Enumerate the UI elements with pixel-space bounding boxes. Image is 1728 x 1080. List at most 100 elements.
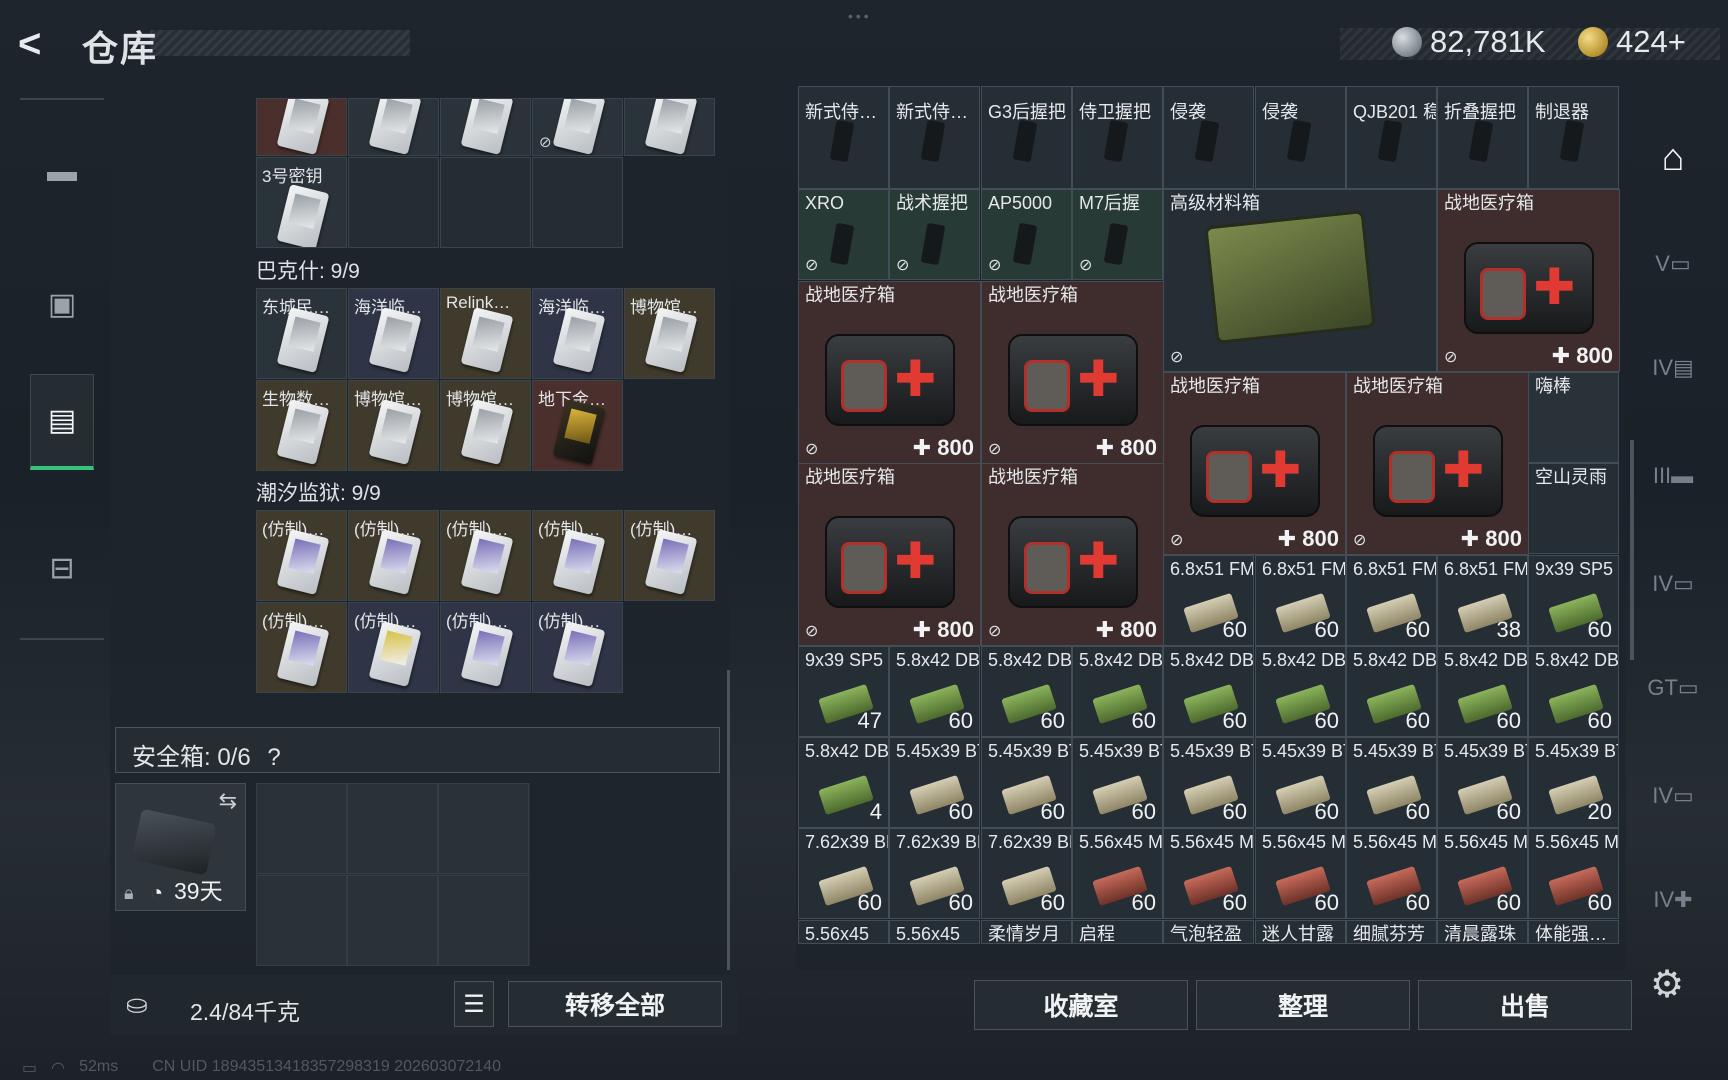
medkit-item[interactable]: 战地医疗箱 ⊘ ✚ 800 xyxy=(1437,189,1620,372)
inventory-item[interactable]: 5.56x45 xyxy=(798,920,889,944)
attachment-item[interactable]: 战术握把 ⊘ xyxy=(889,189,980,280)
ammo-item[interactable]: 5.45x39 BT 60 xyxy=(1255,737,1346,828)
ammo-item[interactable]: 5.8x42 DBP10 4 xyxy=(798,737,889,828)
sort-button[interactable]: 整理 xyxy=(1196,980,1410,1030)
ammo-item[interactable]: 5.56x45 M855A1 60 xyxy=(1437,828,1528,919)
key-item[interactable]: (仿制)… xyxy=(348,510,439,601)
ammo-item[interactable]: 5.45x39 BT 60 xyxy=(1437,737,1528,828)
ammo-item[interactable]: 5.8x42 DBP10 60 xyxy=(1346,646,1437,737)
ammo-item[interactable]: 6.8x51 FMJ 38 xyxy=(1437,555,1528,646)
iv-item-icon[interactable]: IV▭ xyxy=(1648,766,1698,826)
left-scrollbar[interactable] xyxy=(727,670,730,970)
ammo-item[interactable]: 5.56x45 M855A1 60 xyxy=(1255,828,1346,919)
key-item[interactable]: Relink… xyxy=(440,288,531,379)
key-item[interactable]: (仿制)… xyxy=(532,510,623,601)
back-button[interactable]: < xyxy=(18,22,62,66)
key-item[interactable]: (仿制)… xyxy=(348,602,439,693)
key-item[interactable]: 博物馆… xyxy=(624,288,715,379)
attachment-item[interactable]: XRO ⊘ xyxy=(798,189,889,280)
gun-icon[interactable]: ▬ xyxy=(30,124,94,220)
attachment-item[interactable]: 侵袭 xyxy=(1163,86,1254,189)
empty-slot[interactable] xyxy=(347,783,438,874)
inventory-item[interactable]: 启程 xyxy=(1072,920,1163,944)
consumable-item[interactable]: 空山灵雨 xyxy=(1528,463,1619,554)
attachment-item[interactable]: 侵袭 xyxy=(1255,86,1346,189)
empty-slot[interactable] xyxy=(438,874,529,966)
ammo-item[interactable]: 5.8x42 DBP10 60 xyxy=(889,646,980,737)
ammo-item[interactable]: 9x39 SP5 60 xyxy=(1528,555,1619,646)
empty-slot[interactable] xyxy=(438,783,529,874)
inventory-item[interactable]: 细腻芬芳 xyxy=(1346,920,1437,944)
key-item[interactable]: 博物馆… xyxy=(348,380,439,471)
ammo-item[interactable]: 5.8x42 DBP10 60 xyxy=(1528,646,1619,737)
sell-button[interactable]: 出售 xyxy=(1418,980,1632,1030)
key-item[interactable]: 生物数… xyxy=(256,380,347,471)
ammo-item[interactable]: 5.45x39 BT 20 xyxy=(1528,737,1619,828)
inventory-item[interactable]: 清晨露珠 xyxy=(1437,920,1528,944)
iv-item-icon[interactable]: IV▤ xyxy=(1648,338,1698,398)
key-item[interactable]: (仿制)… xyxy=(440,510,531,601)
ammo-item[interactable]: 9x39 SP5 47 xyxy=(798,646,889,737)
iii-item-icon[interactable]: III▬ xyxy=(1648,446,1698,506)
ammo-item[interactable]: 5.45x39 BT 60 xyxy=(1072,737,1163,828)
list-view-button[interactable]: ☰ xyxy=(454,981,494,1027)
medkit-item[interactable]: 战地医疗箱 ⊘ ✚ 800 xyxy=(798,463,981,646)
ammo-item[interactable]: 7.62x39 BP 60 xyxy=(889,828,980,919)
ammo-item[interactable]: 6.8x51 FMJ 60 xyxy=(1346,555,1437,646)
empty-slot[interactable] xyxy=(532,157,623,248)
gt-item-icon[interactable]: GT▭ xyxy=(1647,658,1698,718)
medkit-item[interactable]: 战地医疗箱 ⊘ ✚ 800 xyxy=(981,281,1164,464)
empty-slot[interactable] xyxy=(347,874,438,966)
ammo-item[interactable]: 6.8x51 FMJ 60 xyxy=(1163,555,1254,646)
empty-slot[interactable] xyxy=(348,157,439,248)
key-item[interactable]: (仿制)… xyxy=(532,602,623,693)
ammo-item[interactable]: 5.45x39 BT 60 xyxy=(981,737,1072,828)
ammo-item[interactable]: 5.8x42 DBP10 60 xyxy=(1437,646,1528,737)
key-item[interactable]: 3号密钥 xyxy=(256,157,347,248)
home-icon[interactable]: ⌂ xyxy=(1648,128,1698,188)
empty-slot[interactable] xyxy=(256,783,347,874)
key-item[interactable]: 海洋临… xyxy=(532,288,623,379)
ammo-item[interactable]: 5.56x45 M855A1 60 xyxy=(1163,828,1254,919)
drag-handle[interactable]: ••• xyxy=(848,8,872,24)
key-item[interactable] xyxy=(256,98,347,156)
ammo-item[interactable]: 6.8x51 FMJ 60 xyxy=(1255,555,1346,646)
attachment-item[interactable]: QJB201 稳固垂直 xyxy=(1346,86,1437,189)
inventory-item[interactable]: 5.56x45 xyxy=(889,920,980,944)
silver-currency[interactable]: 82,781K xyxy=(1392,24,1546,60)
key-item[interactable]: 东城民… xyxy=(256,288,347,379)
material-crate-item[interactable]: 高级材料箱 ⊘ xyxy=(1163,189,1437,372)
v-item-icon[interactable]: V▭ xyxy=(1648,234,1698,294)
safe-box-item[interactable]: ⇆ 🔒︎ ◔ 39天 xyxy=(115,783,246,911)
attachment-item[interactable]: 制退器 xyxy=(1528,86,1619,189)
ammo-item[interactable]: 5.45x39 BT 60 xyxy=(889,737,980,828)
attachment-item[interactable]: G3后握把 xyxy=(981,86,1072,189)
ammo-item[interactable]: 7.62x39 BP 60 xyxy=(798,828,889,919)
empty-slot[interactable] xyxy=(440,157,531,248)
attachment-item[interactable]: 折叠握把 xyxy=(1437,86,1528,189)
medkit-item[interactable]: 战地医疗箱 ⊘ ✚ 800 xyxy=(1346,372,1529,555)
key-item[interactable]: 海洋临… xyxy=(348,288,439,379)
inventory-item[interactable]: 气泡轻盈 xyxy=(1163,920,1254,944)
key-item[interactable]: (仿制)… xyxy=(256,602,347,693)
key-item[interactable] xyxy=(624,98,715,156)
attachment-item[interactable]: 新式侍… xyxy=(798,86,889,189)
medkit-item[interactable]: 战地医疗箱 ⊘ ✚ 800 xyxy=(1163,372,1346,555)
help-button[interactable]: ? xyxy=(267,744,280,771)
right-scrollbar[interactable] xyxy=(1630,440,1634,660)
backpack-icon[interactable]: ▣ xyxy=(30,256,94,352)
iv-item-icon[interactable]: IV✚ xyxy=(1648,870,1698,930)
key-item[interactable]: (仿制)… xyxy=(624,510,715,601)
attachment-item[interactable]: 新式侍… xyxy=(889,86,980,189)
empty-slot[interactable] xyxy=(256,874,347,966)
ammo-item[interactable]: 5.8x42 DBP10 60 xyxy=(1072,646,1163,737)
inventory-item[interactable]: 体能强… xyxy=(1528,920,1619,944)
key-item[interactable] xyxy=(348,98,439,156)
ammo-item[interactable]: 5.45x39 BT 60 xyxy=(1346,737,1437,828)
transfer-all-button[interactable]: 转移全部 xyxy=(508,981,722,1027)
inventory-item[interactable]: 柔情岁月 xyxy=(981,920,1072,944)
medkit-item[interactable]: 战地医疗箱 ⊘ ✚ 800 xyxy=(981,463,1164,646)
key-item[interactable]: (仿制)… xyxy=(440,602,531,693)
key-item[interactable] xyxy=(440,98,531,156)
attachment-item[interactable]: AP5000 ⊘ xyxy=(981,189,1072,280)
